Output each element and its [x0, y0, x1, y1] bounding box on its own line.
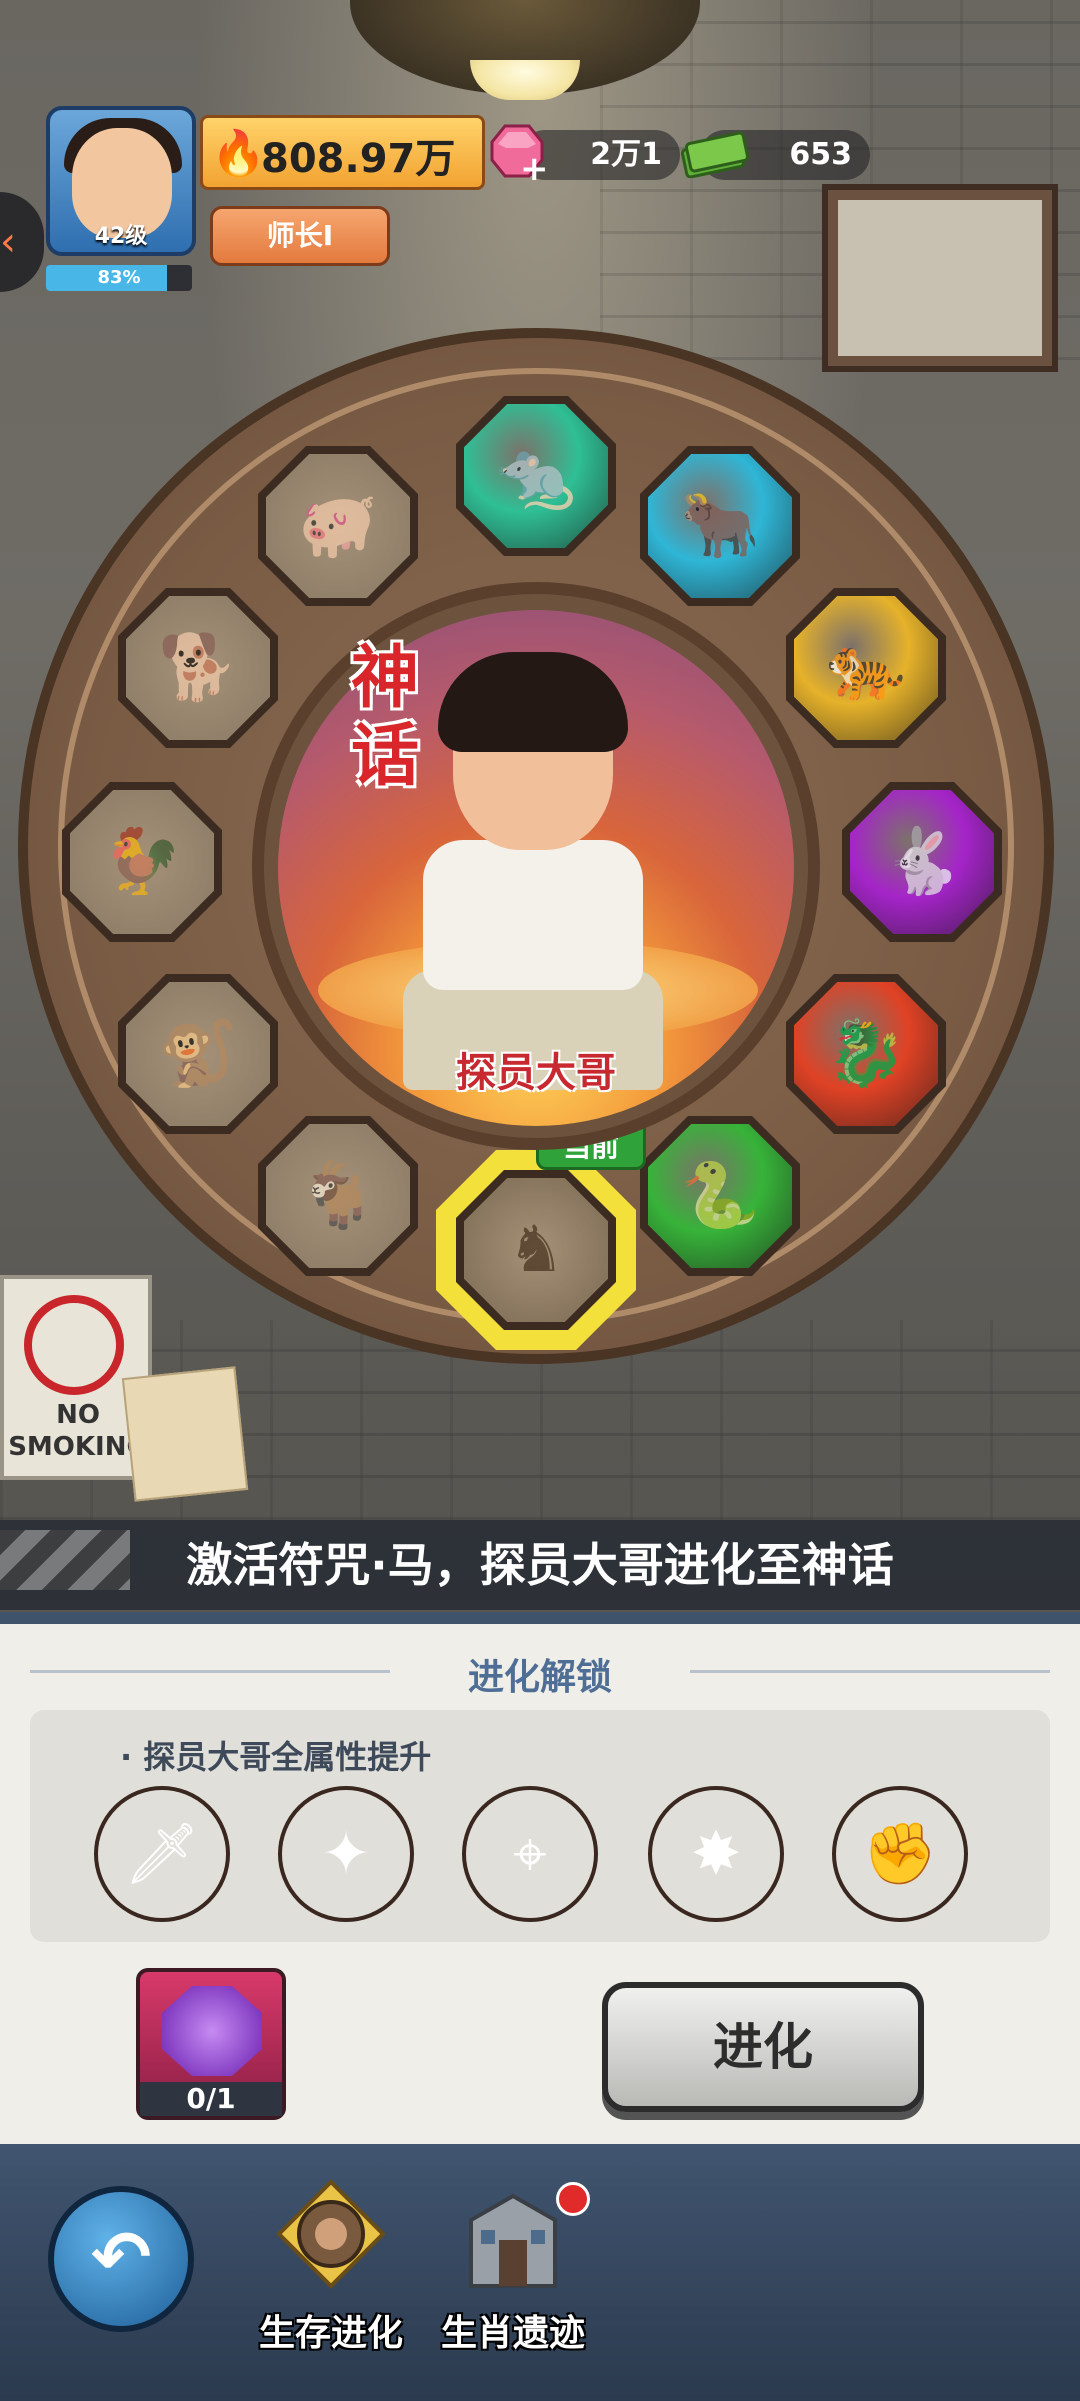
goat-icon: 🐐 [298, 1159, 378, 1233]
zodiac-sign-pig[interactable]: 🐖 [258, 446, 418, 606]
zodiac-sign-monkey[interactable]: 🐒 [118, 974, 278, 1134]
horse-icon: ♞ [507, 1213, 565, 1287]
combat-power: 🔥 808.97万 [200, 115, 485, 190]
horse-talisman-item[interactable]: 0/1 [136, 1968, 286, 2120]
xp-bar: 83% [46, 265, 192, 291]
wall-certificate [822, 184, 1058, 372]
pinned-note [121, 1366, 249, 1502]
zodiac-sign-ox[interactable]: 🐂 [640, 446, 800, 606]
no-smoking-icon [24, 1295, 124, 1395]
zodiac-sign-horse-current[interactable]: ♞ [456, 1170, 616, 1330]
tab-survival-evolution[interactable]: 生存进化 [246, 2176, 416, 2386]
ox-icon: 🐂 [680, 489, 760, 563]
myth-label: 神话 [350, 639, 419, 796]
cash-icon [680, 131, 750, 178]
ruins-building-icon [469, 2193, 557, 2288]
rabbit-icon: 🐇 [882, 825, 962, 899]
skill-crosshair[interactable]: ⌖ [462, 1786, 598, 1922]
skill-subtitle: · 探员大哥全属性提升 [120, 1738, 432, 1776]
horse-talisman-icon [162, 1986, 262, 2076]
monkey-icon: 🐒 [158, 1017, 238, 1091]
add-gems-icon[interactable]: + [520, 152, 549, 186]
skill-gunner[interactable]: ✦ [278, 1786, 414, 1922]
back-arrow-icon: ↶ [90, 2215, 152, 2299]
gem-value: 2万1 [590, 137, 662, 172]
panel-border [0, 1612, 1080, 1624]
tiger-icon: 🐅 [826, 631, 906, 705]
banner-text: 激活符咒·马，探员大哥进化至神话 [186, 1538, 894, 1592]
zodiac-sign-rat[interactable]: 🐀 [456, 396, 616, 556]
tab-label-ruins: 生肖遗迹 [440, 2313, 585, 2354]
zodiac-sign-snake[interactable]: 🐍 [640, 1116, 800, 1276]
evolve-label: 进化 [713, 2018, 813, 2076]
hero-name: 探员大哥 [456, 1050, 616, 1096]
rifle-icon: ✸ [690, 1819, 742, 1889]
evolve-button[interactable]: 进化 [602, 1982, 924, 2112]
martial-arts-icon: ✊ [862, 1819, 938, 1889]
notification-dot [556, 2182, 590, 2216]
zodiac-sign-tiger[interactable]: 🐅 [786, 588, 946, 748]
power-value: 808.97万 [261, 136, 456, 182]
player-level: 42级 [94, 224, 148, 249]
rooster-icon: 🐓 [102, 825, 182, 899]
dragon-icon: 🐉 [826, 1017, 906, 1091]
evolution-wheel-icon [276, 2179, 386, 2289]
snake-icon: 🐍 [680, 1159, 760, 1233]
pig-icon: 🐖 [298, 489, 378, 563]
flame-icon: 🔥 [211, 128, 266, 179]
zodiac-sign-dog[interactable]: 🐕 [118, 588, 278, 748]
zodiac-sign-dragon[interactable]: 🐉 [786, 974, 946, 1134]
unlock-title: 进化解锁 [467, 1657, 612, 1698]
item-count: 0/1 [140, 2082, 282, 2116]
dog-icon: 🐕 [158, 631, 238, 705]
rank-badge[interactable]: 师长I [210, 206, 390, 266]
back-button[interactable]: ↶ [48, 2186, 194, 2332]
skill-martial-arts[interactable]: ✊ [832, 1786, 968, 1922]
gunner-icon: ✦ [320, 1819, 372, 1889]
tab-label-evolution: 生存进化 [258, 2313, 403, 2354]
cash-value: 653 [789, 137, 852, 172]
zodiac-sign-rooster[interactable]: 🐓 [62, 782, 222, 942]
skill-sword[interactable]: 🗡 [94, 1786, 230, 1922]
zodiac-sign-goat[interactable]: 🐐 [258, 1116, 418, 1276]
zodiac-sign-rabbit[interactable]: 🐇 [842, 782, 1002, 942]
xp-percent: 83% [97, 267, 141, 288]
crosshair-icon: ⌖ [513, 1819, 547, 1889]
sword-icon: 🗡 [123, 1819, 201, 1889]
rat-icon: 🐀 [496, 439, 576, 513]
skill-rifle[interactable]: ✸ [648, 1786, 784, 1922]
